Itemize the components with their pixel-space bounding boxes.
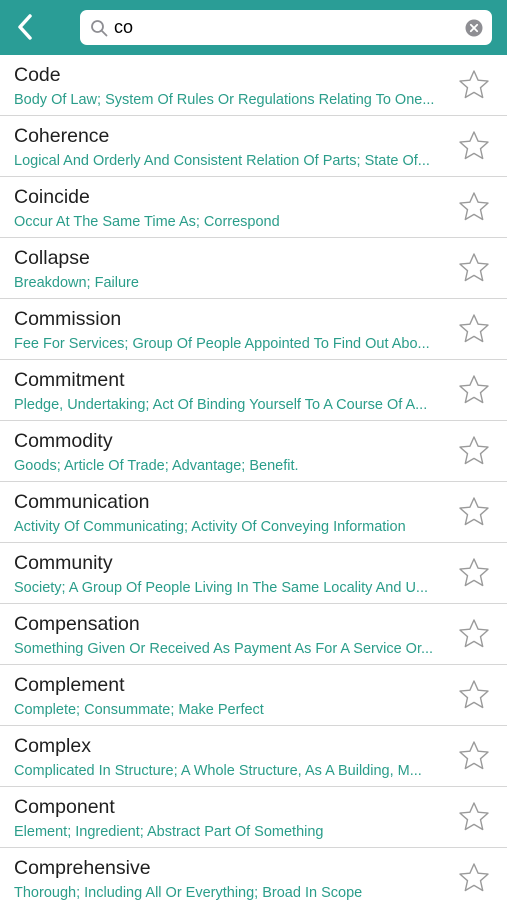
star-icon[interactable] <box>458 496 490 528</box>
word-row[interactable]: Compensation Something Given Or Received … <box>0 604 507 665</box>
word-row[interactable]: Coincide Occur At The Same Time As; Corre… <box>0 177 507 238</box>
word-meaning: Occur At The Same Time As; Correspond <box>14 214 280 230</box>
word-row[interactable]: Commodity Goods; Article Of Trade; Advant… <box>0 421 507 482</box>
word-row[interactable]: Collapse Breakdown; Failure <box>0 238 507 299</box>
word-row[interactable]: Community Society; A Group Of People Livi… <box>0 543 507 604</box>
word-meaning: Breakdown; Failure <box>14 275 139 291</box>
star-icon[interactable] <box>458 618 490 650</box>
word-title: Complement <box>14 674 125 696</box>
word-meaning: Complicated In Structure; A Whole Struct… <box>14 763 422 779</box>
star-icon[interactable] <box>458 679 490 711</box>
star-icon[interactable] <box>458 801 490 833</box>
star-icon[interactable] <box>458 374 490 406</box>
word-row[interactable]: Comprehensive Thorough; Including All Or … <box>0 848 507 900</box>
word-meaning: Society; A Group Of People Living In The… <box>14 580 429 596</box>
clear-icon[interactable] <box>465 19 483 37</box>
word-row[interactable]: Commitment Pledge, Undertaking; Act Of Bi… <box>0 360 507 421</box>
star-icon[interactable] <box>458 557 490 589</box>
word-row[interactable]: Complement Complete; Consummate; Make Per… <box>0 665 507 726</box>
word-meaning: Activity Of Communicating; Activity Of C… <box>14 519 406 535</box>
word-title: Code <box>14 64 61 86</box>
word-row[interactable]: Component Element; Ingredient; Abstract P… <box>0 787 507 848</box>
word-title: Component <box>14 796 115 818</box>
search-icon <box>91 20 108 37</box>
back-button[interactable] <box>6 8 44 46</box>
word-title: Commodity <box>14 430 113 452</box>
search-bar[interactable] <box>80 10 492 45</box>
star-icon[interactable] <box>458 862 490 894</box>
word-meaning: Thorough; Including All Or Everything; B… <box>14 885 363 900</box>
word-meaning: Goods; Article Of Trade; Advantage; Bene… <box>14 458 299 474</box>
star-icon[interactable] <box>458 130 490 162</box>
word-title: Community <box>14 552 113 574</box>
word-title: Collapse <box>14 247 90 269</box>
star-icon[interactable] <box>458 313 490 345</box>
word-title: Compensation <box>14 613 140 635</box>
word-title: Communication <box>14 491 150 513</box>
word-title: Comprehensive <box>14 857 151 879</box>
word-meaning: Pledge, Undertaking; Act Of Binding Your… <box>14 397 428 413</box>
word-title: Commission <box>14 308 122 330</box>
word-meaning: Fee For Services; Group Of People Appoin… <box>14 336 430 352</box>
word-list: Code Body Of Law; System Of Rules Or Regu… <box>0 55 507 900</box>
chevron-left-icon <box>18 14 32 40</box>
word-title: Complex <box>14 735 91 757</box>
word-row[interactable]: Coherence Logical And Orderly And Consist… <box>0 116 507 177</box>
star-icon[interactable] <box>458 740 490 772</box>
star-icon[interactable] <box>458 69 490 101</box>
word-meaning: Element; Ingredient; Abstract Part Of So… <box>14 824 324 840</box>
star-icon[interactable] <box>458 252 490 284</box>
word-row[interactable]: Code Body Of Law; System Of Rules Or Regu… <box>0 55 507 116</box>
word-meaning: Body Of Law; System Of Rules Or Regulati… <box>14 92 435 108</box>
word-title: Commitment <box>14 369 125 391</box>
search-input[interactable] <box>114 10 454 45</box>
word-meaning: Something Given Or Received As Payment A… <box>14 641 434 657</box>
word-meaning: Logical And Orderly And Consistent Relat… <box>14 153 430 169</box>
word-row[interactable]: Commission Fee For Services; Group Of Peo… <box>0 299 507 360</box>
word-title: Coherence <box>14 125 110 147</box>
star-icon[interactable] <box>458 191 490 223</box>
word-row[interactable]: Complex Complicated In Structure; A Whole… <box>0 726 507 787</box>
word-title: Coincide <box>14 186 90 208</box>
star-icon[interactable] <box>458 435 490 467</box>
word-row[interactable]: Communication Activity Of Communicating; … <box>0 482 507 543</box>
word-meaning: Complete; Consummate; Make Perfect <box>14 702 264 718</box>
top-bar <box>0 0 507 55</box>
